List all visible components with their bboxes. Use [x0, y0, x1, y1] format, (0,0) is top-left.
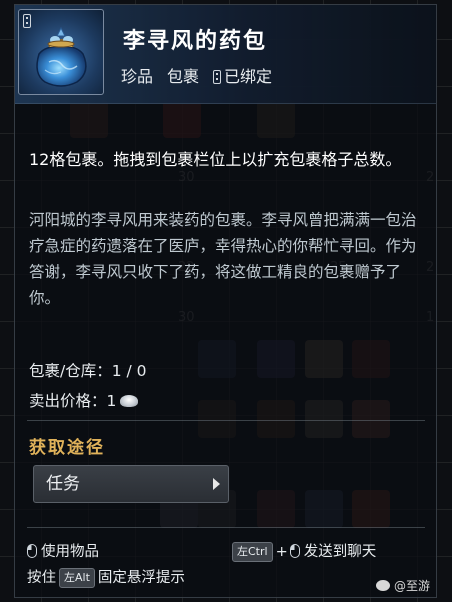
- silver-ingot-icon: [120, 395, 139, 407]
- game-screen: 30 2 22 1 30 2 35: [0, 0, 452, 602]
- storage-count-value: 1 / 0: [111, 362, 147, 380]
- wechat-icon: [375, 580, 390, 591]
- acquire-source-label: 任务: [46, 474, 80, 494]
- sell-price-value: 1: [106, 392, 117, 410]
- item-category: 包裹: [167, 67, 200, 86]
- ctrl-key: 左Ctrl: [232, 542, 273, 562]
- mouse-left-icon: [289, 544, 300, 558]
- hold-label: 按住: [27, 570, 56, 586]
- divider: [27, 420, 425, 421]
- item-subline: 珍品 包裹 已绑定: [121, 63, 300, 87]
- divider: [27, 527, 425, 528]
- alt-key: 左Alt: [59, 568, 95, 588]
- storage-count-line: 包裹/仓库：1 / 0: [29, 359, 147, 381]
- acquire-source-button[interactable]: 任务: [33, 465, 229, 503]
- hint-row-use: 使用物品: [27, 540, 99, 561]
- item-lore: 河阳城的李寻风用来装药的包裹。李寻风曾把满满一包治疗急症的药遗落在了医庐，幸得热…: [29, 211, 417, 307]
- bind-status: 已绑定: [213, 67, 286, 86]
- cloth-pouch-icon: [36, 26, 87, 87]
- lock-icon: [213, 70, 222, 84]
- storage-count-label: 包裹/仓库：: [29, 362, 112, 380]
- pin-tooltip-hint: 固定悬浮提示: [97, 570, 185, 586]
- item-icon-frame: [18, 9, 104, 95]
- tooltip-header: 李寻风的药包 珍品 包裹 已绑定: [15, 5, 436, 104]
- send-to-chat-hint: 发送到聊天: [303, 544, 377, 560]
- bind-status-label: 已绑定: [224, 67, 273, 86]
- hint-row-send: 左Ctrl + 发送到聊天: [229, 540, 376, 562]
- watermark: @至游: [375, 577, 430, 594]
- use-item-hint: 使用物品: [41, 544, 99, 560]
- chevron-right-icon: [213, 478, 220, 490]
- sell-price-label: 卖出价格：: [29, 392, 107, 410]
- plus-sign: +: [275, 544, 288, 560]
- watermark-text: @至游: [393, 579, 430, 593]
- item-tooltip: 李寻风的药包 珍品 包裹 已绑定 12格包裹。拖拽到包裹栏位上以扩充包裹格子总数。 …: [14, 4, 437, 598]
- acquire-section-title: 获取途径: [29, 438, 105, 458]
- item-quality: 珍品: [121, 67, 154, 86]
- sell-price-line: 卖出价格：1: [29, 389, 139, 411]
- mouse-left-icon: [27, 544, 37, 558]
- item-title: 李寻风的药包: [123, 29, 268, 54]
- item-description: 12格包裹。拖拽到包裹栏位上以扩充包裹格子总数。: [29, 150, 402, 169]
- hint-row-pin: 按住 左Alt 固定悬浮提示: [27, 566, 185, 588]
